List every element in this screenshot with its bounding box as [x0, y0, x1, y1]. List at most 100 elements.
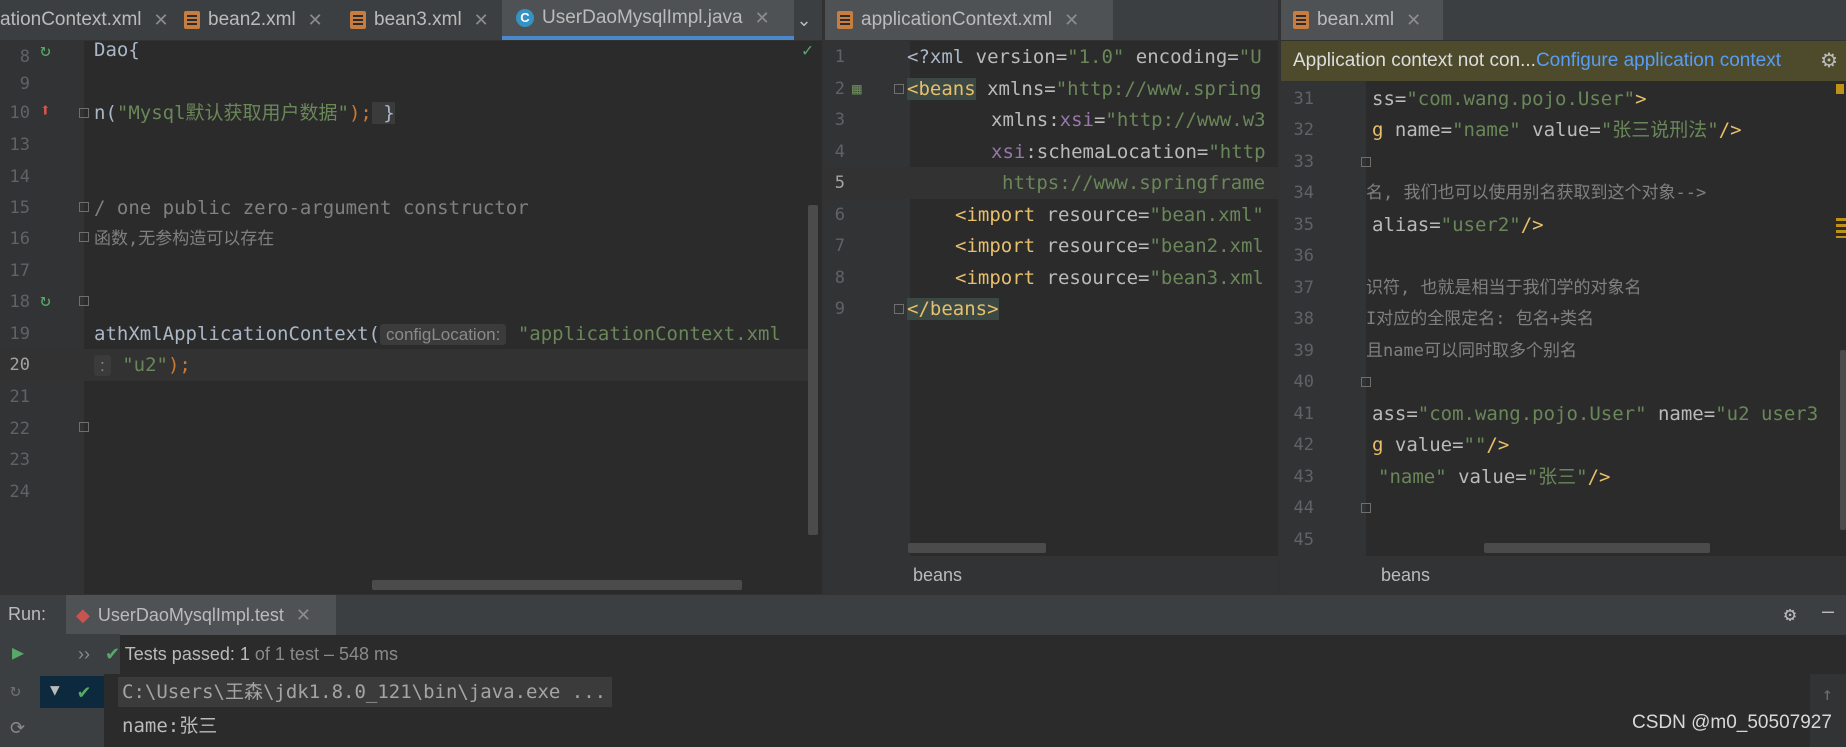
close-icon[interactable]: ✕ [755, 8, 770, 29]
toggle-auto-test-icon[interactable]: ⟳ [10, 718, 25, 739]
close-icon[interactable]: ✕ [154, 10, 169, 31]
application-context-banner: Application context not con...Configure … [1281, 41, 1846, 81]
fold-marker[interactable] [1361, 503, 1371, 513]
implement-up-icon[interactable]: ⬆ [40, 100, 51, 121]
scroll-up-icon[interactable]: ↑ [1822, 684, 1833, 705]
fold-marker[interactable] [1361, 157, 1371, 167]
tab-applicationcontext-xml-left[interactable]: ationContext.xml ✕ [0, 0, 170, 40]
line-number: 40 [1293, 372, 1314, 392]
rerun-failed-icon[interactable]: ↻ [10, 680, 21, 701]
xml-line-8: <import resource="bean3.xml [955, 267, 1264, 289]
run-gutter-icon[interactable]: ↻ [40, 40, 51, 61]
line-number: 45 [1293, 530, 1314, 550]
breadcrumb-beans[interactable]: beans [1381, 565, 1430, 585]
code-line-15: / one public zero-argument constructor [94, 197, 529, 219]
line-number: 1 [834, 47, 845, 67]
right-horizontal-scrollbar[interactable] [1484, 543, 1710, 553]
line-number: 33 [1293, 152, 1314, 172]
bean-line-31: ss="com.wang.pojo.User"> [1372, 88, 1647, 110]
xml-file-icon [837, 11, 853, 29]
expand-chevron-icon[interactable]: ›› [78, 644, 90, 664]
watermark: CSDN @m0_50507927 [1632, 712, 1832, 733]
configure-application-context-link[interactable]: Configure application context [1536, 50, 1781, 71]
line-number: 9 [19, 74, 30, 94]
line-number: 44 [1293, 498, 1314, 518]
xml-line-2: <beans xmlns="http://www.spring [907, 78, 1262, 100]
line-number: 20 [9, 355, 30, 375]
tab-applicationcontext-xml[interactable]: applicationContext.xml ✕ [825, 0, 1113, 40]
tests-status-bar: ›› ✔ Tests passed: 1 of 1 test – 548 ms [78, 634, 398, 674]
mid-horizontal-scrollbar[interactable] [908, 543, 1046, 553]
bean-line-38: I对应的全限定名: 包名+类名 [1366, 309, 1594, 329]
gear-icon[interactable]: ⚙ [1820, 41, 1838, 81]
line-number: 3 [834, 110, 845, 130]
close-icon[interactable]: ✕ [296, 605, 311, 626]
warning-stripe-marker[interactable] [1836, 218, 1846, 238]
chevron-down-icon: ⌄ [796, 9, 812, 30]
fold-marker[interactable] [79, 422, 89, 432]
tab-overflow-dropdown[interactable]: ⌄ [786, 0, 822, 40]
line-number: 2 [834, 79, 845, 99]
line-number: 8 [834, 268, 845, 288]
fold-marker[interactable] [1361, 377, 1371, 387]
tab-bean2-xml[interactable]: bean2.xml ✕ [184, 0, 344, 40]
bean-line-32: g name="name" value="张三说刑法"/> [1372, 119, 1742, 141]
console-line-output: name:张三 [122, 715, 218, 737]
breadcrumb[interactable]: beans [1281, 556, 1846, 594]
line-number: 13 [9, 135, 30, 155]
line-number: 39 [1293, 341, 1314, 361]
fold-marker[interactable] [79, 108, 89, 118]
tests-passed-check-icon: ✔ [105, 644, 121, 664]
tab-bean-xml[interactable]: bean.xml ✕ [1281, 0, 1443, 40]
line-number: 15 [9, 198, 30, 218]
close-icon[interactable]: ✕ [1406, 10, 1421, 31]
right-vertical-scrollbar[interactable] [1840, 350, 1846, 530]
bean-line-37: 识符, 也就是相当于我们学的对象名 [1366, 278, 1642, 298]
settings-gear-icon[interactable]: ⚙ [1784, 602, 1796, 626]
line-number: 6 [834, 205, 845, 225]
code-line-8: Dao{ [94, 39, 140, 61]
tests-detail: of 1 test – 548 ms [254, 644, 398, 664]
xml-file-icon [1293, 11, 1309, 29]
minimize-icon[interactable]: — [1822, 599, 1834, 623]
parameter-hint: configLocation: [379, 324, 507, 345]
fold-marker[interactable] [79, 232, 89, 242]
line-number: 17 [9, 261, 30, 281]
close-icon[interactable]: ✕ [1064, 10, 1079, 31]
warning-stripe-marker[interactable] [1836, 84, 1844, 94]
xml-line-7: <import resource="bean2.xml [955, 235, 1264, 257]
tab-bean3-xml[interactable]: bean3.xml ✕ [350, 0, 510, 40]
line-number: 23 [9, 450, 30, 470]
right-tab-bar: bean.xml ✕ [1281, 0, 1846, 41]
banner-message: Application context not con... [1293, 50, 1536, 71]
line-number: 42 [1293, 435, 1314, 455]
bean-line-39: 且name可以同时取多个别名 [1366, 341, 1577, 361]
line-number: 34 [1293, 183, 1314, 203]
run-config-tab[interactable]: ◆ UserDaoMysqlImpl.test ✕ [66, 595, 336, 635]
code-line-19: athXmlApplicationContext(configLocation:… [94, 323, 781, 345]
bean-line-34: 名, 我们也可以使用别名获取到这个对象--> [1366, 183, 1707, 203]
spring-bean-gutter-icon[interactable]: ▦ [852, 79, 862, 98]
xml-file-icon [350, 11, 366, 29]
fold-marker[interactable] [79, 296, 89, 306]
close-icon[interactable]: ✕ [308, 10, 323, 31]
rerun-play-icon[interactable]: ▶ [12, 640, 24, 664]
expand-triangle-icon[interactable]: ▼ [50, 680, 60, 699]
bean-line-41: ass="com.wang.pojo.User" name="u2 user3 [1372, 403, 1819, 425]
line-number: 10 [9, 103, 30, 123]
xml-line-3: xmlns:xsi="http://www.w3 [991, 109, 1266, 131]
run-gutter-icon[interactable]: ↻ [40, 290, 51, 311]
line-number: 19 [9, 324, 30, 344]
line-number: 22 [9, 419, 30, 439]
xml-line-5: https://www.springframe [1002, 172, 1266, 194]
breadcrumb-beans[interactable]: beans [913, 565, 962, 585]
close-icon[interactable]: ✕ [474, 10, 489, 31]
fold-marker[interactable] [894, 84, 904, 94]
xml-line-1: <?xml version="1.0" encoding="U [907, 46, 1262, 68]
line-number: 32 [1293, 120, 1314, 140]
breadcrumb[interactable]: beans [825, 556, 1278, 594]
tab-userdaomysqlimpl-java[interactable]: C UserDaoMysqlImpl.java ✕ [502, 0, 794, 40]
left-horizontal-scrollbar[interactable] [372, 580, 742, 590]
fold-marker[interactable] [894, 304, 904, 314]
fold-marker[interactable] [79, 202, 89, 212]
